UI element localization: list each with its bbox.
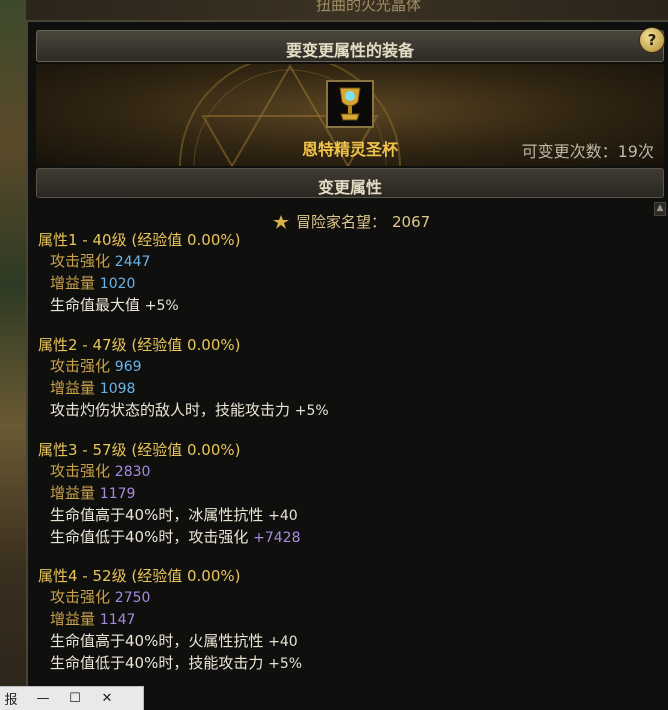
change-attribute-title: 变更属性 [317,178,382,197]
effect-value: +5% [268,656,303,672]
attribute-block-1: 属性1 - 40级 (经验值 0.00%) 攻击强化 2447 增益量 1020… [38,230,240,317]
panel-title: 要变更属性的装备 [285,41,414,60]
gain-value: 1147 [99,612,136,628]
panel-header: 要变更属性的装备 ? [36,27,665,62]
gain-label: 增益量 [50,379,96,397]
effect-text: 生命值高于40%时，火属性抗性 [50,632,264,650]
effect-text: 攻击灼伤状态的敌人时，技能攻击力 [50,401,291,419]
fame-value: 2067 [392,212,431,231]
effect-line: 生命值最大值 +5% [38,295,240,317]
attack-line: 攻击强化 2447 [38,251,240,273]
game-scene-top: 扭曲的火光晶体 [26,0,668,22]
attack-label: 攻击强化 [50,588,111,606]
attribute-block-2: 属性2 - 47级 (经验值 0.00%) 攻击强化 969 增益量 1098 … [38,335,329,422]
attack-value: 969 [114,359,142,375]
scroll-up-arrow[interactable]: ▲ [654,202,666,216]
attribute-change-panel: 要变更属性的装备 ? 恩特精灵圣杯 可变更次数：19次 变更属性 ▲ 冒险家名望… [26,20,668,710]
effect-value: +7428 [253,530,301,546]
attribute-block-4: 属性4 - 52级 (经验值 0.00%) 攻击强化 2750 增益量 1147… [38,566,302,675]
gain-line: 增益量 1098 [38,378,329,400]
taskbar-window-controls: 报 — ☐ ✕ [0,686,144,710]
attack-label: 攻击强化 [50,357,111,375]
attack-line: 攻击强化 969 [38,356,329,378]
effect-value: +5% [294,403,329,419]
attack-value: 2447 [114,254,151,270]
adventurer-fame: 冒险家名望： 2067 [272,211,430,232]
fame-emblem-icon [273,214,289,229]
attribute-block-3: 属性3 - 57级 (经验值 0.00%) 攻击强化 2830 增益量 1179… [38,440,300,549]
effect-value: +40 [268,508,298,524]
minimize-button[interactable]: — [36,691,50,706]
maximize-button[interactable]: ☐ [68,691,82,706]
remaining-change-count: 可变更次数：19次 [521,142,654,161]
background-window-title: 扭曲的火光晶体 [316,0,422,14]
gain-line: 增益量 1179 [38,483,300,505]
effect-line: 攻击灼伤状态的敌人时，技能攻击力 +5% [38,400,329,422]
gain-label: 增益量 [50,610,96,628]
attack-value: 2830 [114,464,151,480]
window-label: 报 [4,693,18,708]
attribute-title: 属性1 - 40级 (经验值 0.00%) [38,231,241,249]
gain-line: 增益量 1147 [38,609,302,631]
equipment-slot[interactable] [326,80,374,128]
gain-line: 增益量 1020 [38,273,240,295]
attack-line: 攻击强化 2830 [38,461,300,483]
attribute-title: 属性2 - 47级 (经验值 0.00%) [38,336,241,354]
close-button[interactable]: ✕ [100,691,114,706]
gain-label: 增益量 [50,484,96,502]
fame-label: 冒险家名望： [296,213,387,231]
change-attribute-header: 变更属性 [36,168,664,198]
gain-value: 1020 [99,276,136,292]
help-button[interactable]: ? [639,27,665,53]
gain-value: 1098 [99,381,136,397]
effect-line: 生命值低于40%时，技能攻击力 +5% [38,653,302,675]
attack-label: 攻击强化 [50,252,111,270]
attack-value: 2750 [114,590,151,606]
attack-label: 攻击强化 [50,462,111,480]
game-scene-background [0,0,26,710]
effect-value: +40 [268,634,298,650]
effect-text: 生命值低于40%时，技能攻击力 [50,654,264,672]
attribute-title: 属性4 - 52级 (经验值 0.00%) [38,567,241,585]
effect-line: 生命值高于40%时，火属性抗性 +40 [38,631,302,653]
attack-line: 攻击强化 2750 [38,587,302,609]
effect-text: 生命值低于40%时，攻击强化 [50,528,249,546]
effect-text: 生命值高于40%时，冰属性抗性 [50,506,264,524]
equipment-area: 恩特精灵圣杯 可变更次数：19次 [36,64,664,166]
effect-text: 生命值最大值 [50,296,141,314]
holy-grail-icon [339,87,361,121]
gain-label: 增益量 [50,274,96,292]
effect-value: +5% [144,298,179,314]
effect-line: 生命值低于40%时，攻击强化 +7428 [38,527,300,549]
effect-line: 生命值高于40%时，冰属性抗性 +40 [38,505,300,527]
gain-value: 1179 [99,486,136,502]
attribute-title: 属性3 - 57级 (经验值 0.00%) [38,441,241,459]
